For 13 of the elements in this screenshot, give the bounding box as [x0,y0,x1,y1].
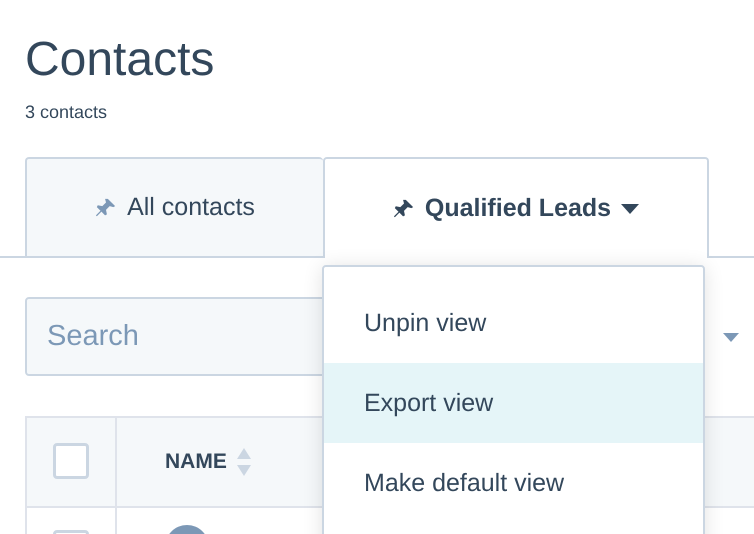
column-header[interactable]: NAME [165,450,227,474]
page-title: Contacts [25,32,216,88]
menu-item[interactable]: Export view [324,363,703,443]
caret-icon [723,333,739,342]
contact-count: 3 contacts [25,102,108,123]
menu-item[interactable]: Make default view [324,443,703,523]
sort-icon[interactable] [236,448,251,476]
pin-icon [95,196,118,218]
pin-icon [392,198,415,220]
view-tab[interactable]: All contacts [25,157,323,256]
view-tab[interactable]: Qualified Leads [323,157,709,258]
select-all-checkbox[interactable] [53,443,89,479]
menu-item[interactable]: Unpin view [324,283,703,363]
